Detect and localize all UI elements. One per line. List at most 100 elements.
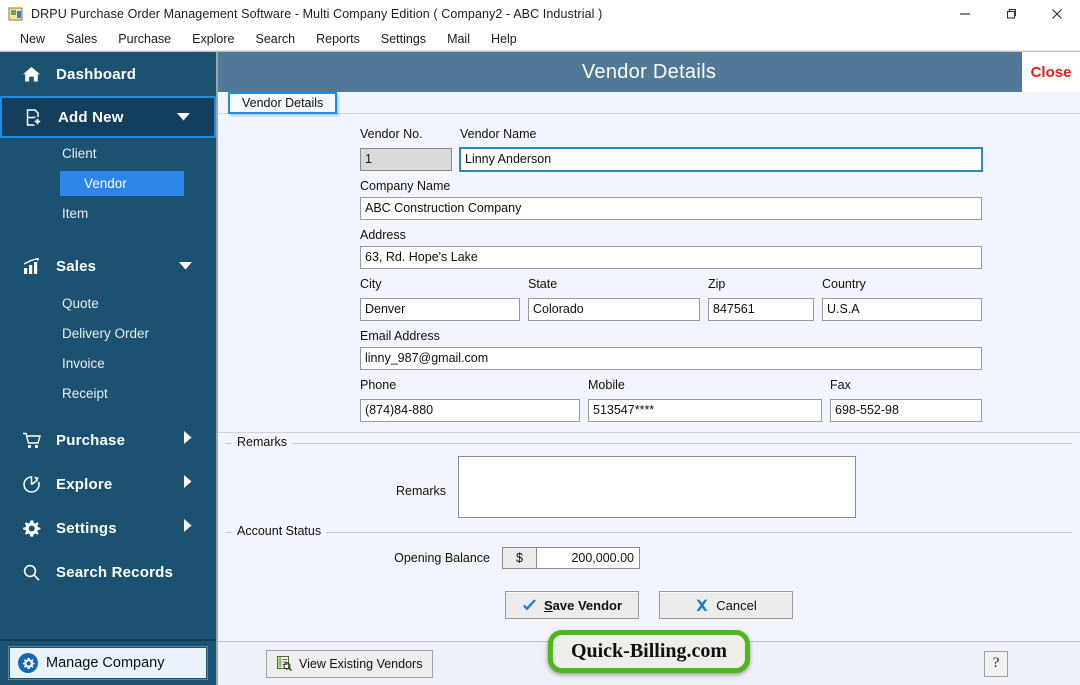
sidebar-item-dashboard[interactable]: Dashboard [0,52,216,96]
window-title: DRPU Purchase Order Management Software … [31,6,603,21]
menu-item-reports[interactable]: Reports [306,30,371,48]
currency-symbol: $ [502,547,536,569]
sidebar-item-invoice[interactable]: Invoice [0,348,105,378]
sidebar-item-client[interactable]: Client [0,138,97,168]
home-icon [22,65,48,84]
view-existing-vendors-button[interactable]: View Existing Vendors [266,649,434,678]
vendor-name-input[interactable]: Linny Anderson [459,147,983,172]
mobile-input[interactable]: 513547**** [588,399,822,422]
sidebar-item-sales[interactable]: Sales [0,244,216,288]
sidebar-label-add-new: Add New [58,108,124,126]
app-logo-icon [8,6,24,22]
zip-input[interactable]: 847561 [708,298,814,321]
sidebar-item-explore[interactable]: Explore [0,462,216,506]
sidebar-subitem-vendor-wrap: Vendor [0,168,216,198]
menu-item-settings[interactable]: Settings [371,30,437,48]
view-existing-vendors-label: View Existing Vendors [299,656,423,671]
sidebar: Dashboard Add New Client Vendor Item Sal… [0,52,218,685]
label-phone: Phone [360,378,397,392]
cancel-label: Cancel [716,597,757,613]
cancel-button[interactable]: Cancel [659,591,794,619]
minimize-button[interactable] [942,0,988,28]
save-vendor-button[interactable]: Save Vendor [504,591,640,619]
pie-chart-icon [22,475,48,494]
shopping-cart-icon [22,431,48,450]
label-company-name: Company Name [360,179,451,193]
sidebar-item-vendor[interactable]: Vendor [60,170,184,196]
tab-vendor-details[interactable]: Vendor Details [228,92,338,114]
chevron-right-icon-purchase [183,431,192,449]
gear-icon [22,519,48,538]
sidebar-label-purchase: Purchase [56,431,126,449]
main-panel: Vendor Details Close Vendor Details Vend… [218,52,1080,685]
city-input[interactable]: Denver [360,298,520,321]
remarks-group-legend: Remarks [232,435,293,449]
cross-icon [695,599,709,612]
menu-item-explore[interactable]: Explore [182,30,245,48]
sidebar-item-purchase[interactable]: Purchase [0,418,216,462]
menu-item-sales[interactable]: Sales [56,30,108,48]
remarks-group: Remarks Remarks [226,435,1072,526]
chevron-right-icon-explore [183,475,192,493]
sidebar-label-sales: Sales [56,257,97,275]
menu-item-mail[interactable]: Mail [437,30,481,48]
label-city: City [360,277,382,291]
label-opening-balance: Opening Balance [394,551,490,565]
row-location-labels: City State Zip Country [360,276,982,295]
phone-input[interactable]: (874)84-880 [360,399,580,422]
sidebar-subitem-client-wrap: Client [0,138,216,168]
window-close-button[interactable] [1034,0,1080,28]
search-icon [22,563,48,582]
row-vendor-labels: Vendor No. Vendor Name [360,126,982,145]
fax-input[interactable]: 698-552-98 [830,399,982,422]
country-input[interactable]: U.S.A [822,298,982,321]
sidebar-item-search-records[interactable]: Search Records [0,550,216,594]
application-window: DRPU Purchase Order Management Software … [0,0,1080,685]
sidebar-label-search-records: Search Records [56,563,174,581]
menu-item-new[interactable]: New [10,30,56,48]
menu-item-search[interactable]: Search [246,30,307,48]
sidebar-item-quote[interactable]: Quote [0,288,99,318]
sidebar-subitem-item-wrap: Item [0,198,216,228]
sidebar-item-delivery-order[interactable]: Delivery Order [0,318,149,348]
list-search-icon [277,656,292,671]
menu-item-help[interactable]: Help [481,30,528,48]
sidebar-label-dashboard: Dashboard [56,65,137,83]
manage-company-button[interactable]: Manage Company [9,647,207,679]
panel-header: Vendor Details Close [218,52,1080,92]
opening-balance-input[interactable]: 200,000.00 [536,547,640,569]
remarks-textarea[interactable] [458,456,856,518]
add-document-icon [24,108,50,127]
chevron-right-icon-settings [183,519,192,537]
check-icon [522,599,537,612]
sidebar-label-explore: Explore [56,475,113,493]
sidebar-scroll-area: Dashboard Add New Client Vendor Item Sal… [0,52,216,639]
label-fax: Fax [830,378,851,392]
row-location-fields: Denver Colorado 847561 U.S.A [360,298,982,321]
menu-bar: New Sales Purchase Explore Search Report… [0,28,1080,51]
menu-item-purchase[interactable]: Purchase [108,30,182,48]
maximize-button[interactable] [988,0,1034,28]
sidebar-item-settings[interactable]: Settings [0,506,216,550]
company-name-input[interactable]: ABC Construction Company [360,197,982,220]
chevron-down-icon [177,108,190,126]
sidebar-item-add-new[interactable]: Add New [0,96,216,138]
sidebar-subitem-invoice-wrap: Invoice [0,348,216,378]
label-email-address: Email Address [360,329,440,343]
sidebar-label-settings: Settings [56,519,117,537]
bar-chart-icon [22,257,48,276]
sidebar-item-item[interactable]: Item [0,198,88,228]
page-title: Vendor Details [581,60,717,83]
save-vendor-accel: S [543,597,553,613]
close-panel-button[interactable]: Close [1022,52,1080,92]
sidebar-item-receipt[interactable]: Receipt [0,378,108,408]
help-button[interactable]: ? [984,650,1008,677]
state-input[interactable]: Colorado [528,298,700,321]
email-input[interactable]: linny_987@gmail.com [360,347,982,370]
vendor-no-input[interactable]: 1 [360,148,452,171]
address-input[interactable]: 63, Rd. Hope's Lake [360,246,982,269]
footer-bar: View Existing Vendors Quick-Billing.com … [218,630,1080,685]
label-opening-balance-wrap: Opening Balance [226,549,502,567]
brand-badge[interactable]: Quick-Billing.com [547,630,751,673]
save-vendor-label: Save Vendor [544,598,622,613]
